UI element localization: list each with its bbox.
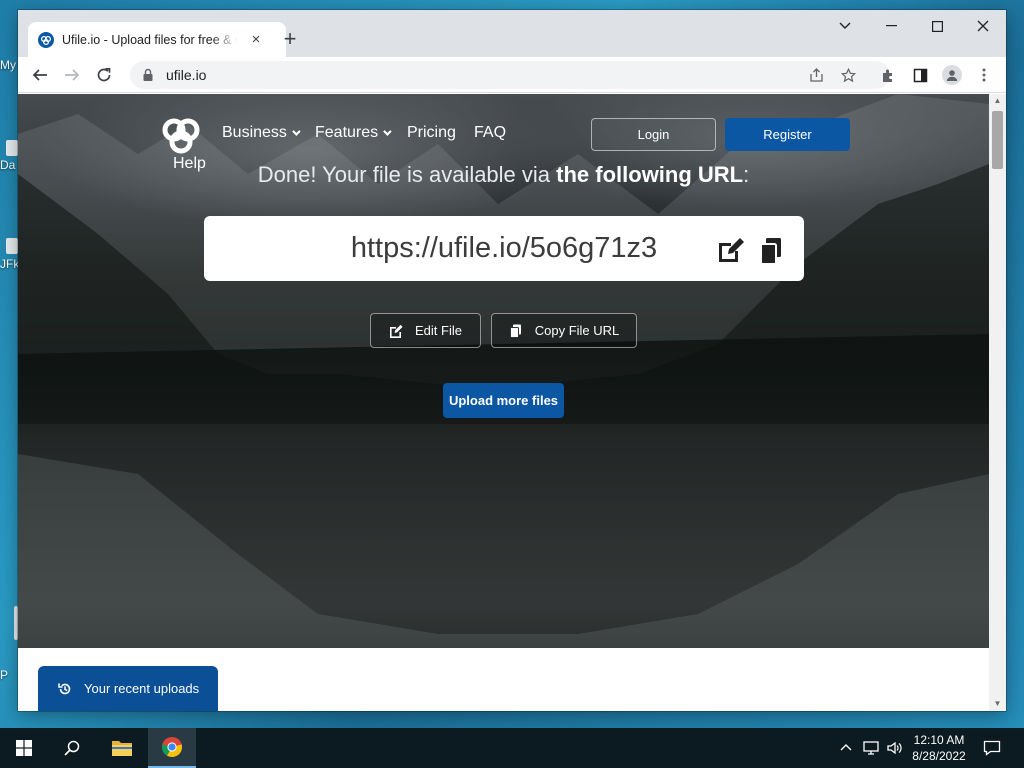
copy-file-url-button[interactable]: Copy File URL: [491, 313, 637, 348]
history-icon: [58, 683, 71, 694]
search-icon: [64, 740, 80, 756]
reload-button[interactable]: [92, 63, 116, 87]
windows-logo-icon: [16, 740, 32, 756]
minimize-button[interactable]: [868, 10, 914, 42]
file-icon: [6, 238, 18, 254]
profile-avatar-icon[interactable]: [942, 65, 962, 85]
browser-window: Ufile.io - Upload files for free & s × +: [18, 10, 1006, 711]
desktop-icon-label: JFk: [0, 257, 18, 271]
nav-business[interactable]: Business: [222, 124, 301, 142]
file-icon: [6, 140, 18, 156]
upload-done-message: Done! Your file is available via the fol…: [18, 162, 989, 188]
bookmark-star-icon[interactable]: [838, 65, 858, 85]
upload-more-files-button[interactable]: Upload more files: [443, 383, 564, 418]
close-window-button[interactable]: [960, 10, 1006, 42]
show-hidden-icons-chevron-icon[interactable]: [840, 740, 852, 755]
nav-faq-label: FAQ: [474, 124, 507, 141]
recent-uploads-tab[interactable]: Your recent uploads: [38, 666, 218, 711]
notifications-icon[interactable]: [983, 740, 1001, 759]
nav-features-label: Features: [315, 124, 379, 141]
clock-time: 12:10 AM: [913, 733, 965, 747]
tab-search-dropdown-icon[interactable]: [822, 10, 868, 42]
scroll-thumb[interactable]: [992, 111, 1003, 169]
page-viewport: Help Business Features Pricing FAQ Login…: [18, 94, 989, 711]
done-suffix: :: [743, 162, 750, 187]
login-button[interactable]: Login: [591, 118, 716, 151]
recent-uploads-label: Your recent uploads: [84, 681, 200, 696]
address-bar[interactable]: ufile.io: [130, 61, 890, 89]
new-tab-button[interactable]: +: [278, 28, 302, 52]
file-explorer-button[interactable]: [98, 728, 146, 768]
scroll-up-arrow-icon[interactable]: ▲: [989, 94, 1006, 108]
start-button[interactable]: [0, 728, 48, 768]
desktop-icon-label: Da: [0, 158, 16, 172]
page-scrollbar[interactable]: ▲ ▼: [989, 94, 1006, 711]
forward-button[interactable]: [60, 63, 84, 87]
nav-pricing[interactable]: Pricing: [407, 124, 456, 142]
done-prefix: Done! Your file is available via: [257, 162, 557, 187]
edit-icon[interactable]: [716, 237, 746, 265]
lock-icon[interactable]: [142, 68, 154, 82]
folder-icon: [112, 741, 132, 756]
nav-features[interactable]: Features: [315, 124, 392, 142]
tab-close-icon[interactable]: ×: [248, 31, 264, 48]
desktop-icon-label: P: [0, 668, 9, 682]
desktop-icon-label: My: [0, 58, 16, 72]
ufile-favicon-icon: [38, 31, 54, 48]
scroll-down-arrow-icon[interactable]: ▼: [989, 697, 1006, 711]
chrome-menu-icon[interactable]: [974, 65, 994, 85]
share-icon[interactable]: [806, 65, 826, 85]
tab-title: Ufile.io - Upload files for free & s: [62, 32, 238, 47]
browser-toolbar: ufile.io: [18, 57, 1006, 93]
file-url-card: https://ufile.io/5o6g71z3: [204, 216, 804, 281]
taskbar: 12:10 AM 8/28/2022: [0, 728, 1024, 768]
done-emphasis: the following URL: [556, 162, 744, 187]
copy-file-url-label: Copy File URL: [534, 323, 620, 338]
copy-icon[interactable]: [757, 237, 787, 265]
address-url[interactable]: ufile.io: [166, 67, 206, 83]
copy-icon: [509, 324, 521, 338]
nav-business-label: Business: [222, 124, 287, 141]
chrome-icon: [161, 737, 183, 758]
network-icon[interactable]: [862, 740, 880, 759]
tab-strip: Ufile.io - Upload files for free & s × +: [18, 10, 1006, 57]
system-clock[interactable]: 12:10 AM 8/28/2022: [902, 732, 976, 764]
clock-date: 8/28/2022: [912, 749, 966, 763]
edit-file-label: Edit File: [415, 323, 462, 338]
file-url[interactable]: https://ufile.io/5o6g71z3: [204, 216, 804, 281]
register-button[interactable]: Register: [725, 118, 850, 151]
chrome-taskbar-button[interactable]: [148, 728, 196, 768]
nav-faq[interactable]: FAQ: [474, 124, 506, 142]
edit-icon: [390, 324, 403, 338]
side-panel-icon[interactable]: [910, 65, 930, 85]
search-button[interactable]: [48, 728, 96, 768]
back-button[interactable]: [28, 63, 52, 87]
extensions-puzzle-icon[interactable]: [878, 65, 898, 85]
hero-section: Help Business Features Pricing FAQ Login…: [18, 94, 989, 648]
maximize-button[interactable]: [914, 10, 960, 42]
tab-ufile[interactable]: Ufile.io - Upload files for free & s ×: [28, 22, 286, 57]
edit-file-button[interactable]: Edit File: [370, 313, 481, 348]
ufile-logo-icon[interactable]: [158, 116, 206, 156]
nav-pricing-label: Pricing: [407, 124, 456, 141]
